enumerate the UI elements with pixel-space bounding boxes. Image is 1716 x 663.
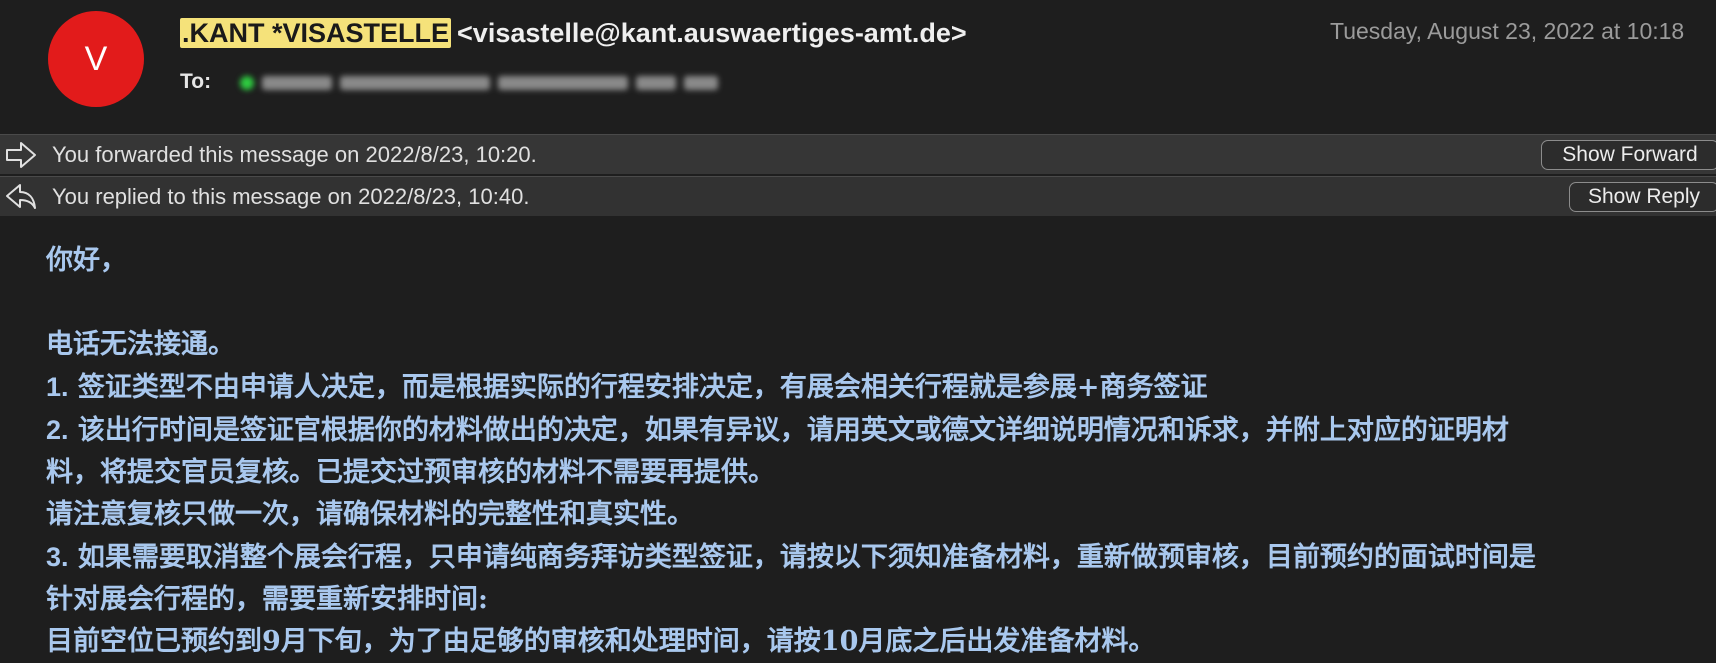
greeting-line: 你好，: [46, 245, 127, 276]
body-line: 目前空位已预约到9月下旬，为了由足够的审核和处理时间，请按10月底之后出发准备材…: [46, 626, 1156, 657]
recipient-redacted: [240, 70, 740, 96]
recipient-status-dot: [240, 76, 254, 90]
item-text: 如果需要取消整个展会行程，只申请纯商务拜访类型签证，请按以下须知准备材料，重新做…: [68, 542, 1536, 573]
item-number: 1.: [46, 372, 69, 402]
item-text: 签证类型不由申请人决定，而是根据实际的行程安排决定，有展会相关行程就是参展+商务…: [68, 372, 1208, 403]
from-line: .KANT *VISASTELLE <visastelle@kant.auswae…: [180, 18, 967, 49]
message-header: V .KANT *VISASTELLE <visastelle@kant.ausw…: [0, 0, 1716, 134]
numbered-item: 2. 该出行时间是签证官根据你的材料做出的决定，如果有异议，请用英文或德文详细说…: [46, 409, 1706, 452]
reply-arrow-icon: [6, 184, 36, 209]
to-label: To:: [180, 70, 212, 93]
message-date: Tuesday, August 23, 2022 at 10:18: [1330, 18, 1685, 44]
body-line: 请注意复核只做一次，请确保材料的完整性和真实性。: [46, 499, 694, 530]
replied-text: You replied to this message on 2022/8/23…: [52, 184, 530, 209]
sender-name[interactable]: .KANT *VISASTELLE: [180, 18, 452, 48]
body-line: 针对展会行程的，需要重新安排时间:: [46, 584, 488, 615]
body-line: 料，将提交官员复核。已提交过预审核的材料不需要再提供。: [46, 457, 775, 488]
forwarded-banner: You forwarded this message on 2022/8/23,…: [0, 134, 1716, 174]
numbered-item: 3. 如果需要取消整个展会行程，只申请纯商务拜访类型签证，请按以下须知准备材料，…: [46, 536, 1706, 579]
forwarded-text: You forwarded this message on 2022/8/23,…: [52, 142, 537, 167]
forward-arrow-icon: [6, 142, 36, 168]
body-line: 电话无法接通。: [46, 329, 235, 360]
sender-address[interactable]: <visastelle@kant.auswaertiges-amt.de>: [457, 18, 967, 48]
numbered-item: 1. 签证类型不由申请人决定，而是根据实际的行程安排决定，有展会相关行程就是参展…: [46, 366, 1706, 409]
item-number: 3.: [46, 542, 69, 572]
replied-banner: You replied to this message on 2022/8/23…: [0, 176, 1716, 216]
item-text: 该出行时间是签证官根据你的材料做出的决定，如果有异议，请用英文或德文详细说明情况…: [68, 415, 1509, 446]
message-body: 你好， 电话无法接通。 1. 签证类型不由申请人决定，而是根据实际的行程安排决定…: [46, 240, 1706, 663]
show-forward-button[interactable]: Show Forward: [1541, 140, 1716, 170]
show-reply-button[interactable]: Show Reply: [1569, 182, 1716, 212]
item-number: 2.: [46, 415, 69, 445]
sender-avatar: V: [48, 11, 144, 107]
